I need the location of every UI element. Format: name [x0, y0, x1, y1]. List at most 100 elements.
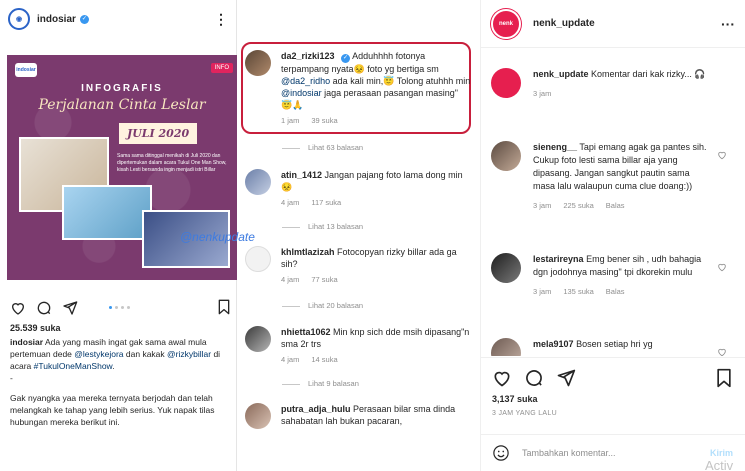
- comment-input[interactable]: [522, 448, 682, 458]
- comment-body: khlmtlazizah Fotocopyan rizky billar ada…: [281, 246, 471, 286]
- comment-likes[interactable]: 135 suka: [563, 287, 593, 296]
- carousel-indicator: [109, 306, 130, 309]
- bookmark-icon[interactable]: [217, 299, 231, 315]
- comment-icon[interactable]: [36, 300, 52, 316]
- comment-body: atin_1412 Jangan pajang foto lama dong m…: [281, 169, 471, 209]
- screenshot-canvas: indosiar◉ indosiar ✓ ⋮ indosiar INFO INF…: [0, 0, 745, 471]
- post-username[interactable]: indosiar: [37, 14, 76, 25]
- comment-username[interactable]: atin_1412: [281, 170, 322, 180]
- like-count[interactable]: 3,137 suka: [492, 394, 538, 404]
- mention-indosiar[interactable]: @indosiar: [281, 88, 322, 98]
- comment-icon[interactable]: [524, 368, 544, 388]
- hashtag-tukulonemanshow[interactable]: #TukulOneManShow: [34, 361, 113, 371]
- right-post-header: nenk nenk_update ···: [481, 0, 745, 48]
- commenter-avatar[interactable]: [491, 253, 521, 283]
- comment-username[interactable]: putra_adja_hulu: [281, 404, 351, 414]
- comment-body: nhietta1062 Min knp sich dde msih dipasa…: [281, 326, 471, 366]
- comment-username[interactable]: khlmtlazizah: [281, 247, 335, 257]
- commenter-avatar[interactable]: [245, 326, 271, 352]
- comment-username[interactable]: nenk_update: [533, 69, 589, 79]
- verified-badge-icon: ✓: [341, 54, 351, 63]
- mention-rizkybillar[interactable]: @rizkybillar: [167, 349, 211, 359]
- left-post-header: indosiar◉ indosiar ✓ ⋮: [0, 0, 236, 38]
- comment-meta: 4 jam 14 suka: [281, 354, 471, 366]
- comment-meta: 3 jam 225 suka Balas: [533, 199, 711, 212]
- comment-meta: 4 jam 77 suka: [281, 274, 471, 286]
- emoji-icon[interactable]: [492, 444, 510, 462]
- poster-date: JULI 2020: [119, 123, 198, 144]
- share-icon[interactable]: [62, 300, 78, 316]
- like-comment-heart-icon[interactable]: [717, 344, 727, 356]
- commenter-avatar[interactable]: [491, 338, 521, 356]
- comment-meta: 1 jam 39 suka: [281, 115, 471, 127]
- comment-body: sieneng__ Tapi emang agak ga pantes sih.…: [533, 141, 711, 212]
- comment-username[interactable]: lestarireyna: [533, 254, 584, 264]
- post-caption: indosiar Ada yang masih ingat gak sama a…: [10, 336, 232, 428]
- comment-likes[interactable]: 14 suka: [311, 355, 337, 364]
- share-icon[interactable]: [556, 368, 576, 388]
- post-image[interactable]: indosiar INFO INFOGRAFIS Perjalanan Cint…: [7, 55, 237, 280]
- reply-button[interactable]: Balas: [606, 287, 625, 296]
- poster-badge: INFO: [210, 63, 233, 73]
- commenter-avatar[interactable]: [245, 50, 271, 76]
- post-username[interactable]: nenk_update: [533, 18, 595, 29]
- comment-likes[interactable]: 39 suka: [311, 116, 337, 125]
- comment-username[interactable]: mela9107: [533, 339, 574, 349]
- indosiar-avatar[interactable]: indosiar◉: [8, 8, 30, 30]
- commenter-avatar[interactable]: [245, 246, 271, 272]
- more-options-icon[interactable]: ···: [721, 16, 735, 32]
- comment-username[interactable]: sieneng__: [533, 142, 577, 152]
- comment-body: nenk_update Komentar dari kak rizky... 🎧…: [533, 68, 711, 100]
- like-count[interactable]: 25.539 suka: [10, 323, 61, 333]
- commenter-avatar[interactable]: [245, 403, 271, 429]
- comment-text: Bosen setiap hri yg: [576, 339, 653, 349]
- comment-username[interactable]: nhietta1062: [281, 327, 331, 337]
- view-replies[interactable]: Lihat 63 balasan: [282, 143, 363, 152]
- comment-meta: 3 jam 135 suka Balas: [533, 285, 711, 298]
- caption-separator: -: [10, 373, 13, 383]
- post-comment-button[interactable]: Kirim: [710, 448, 733, 458]
- comment-text-2: ada kali min,😇 Tolong atuhhh min: [330, 76, 471, 86]
- comment-time: 4 jam: [281, 355, 300, 364]
- bookmark-icon[interactable]: [715, 368, 733, 388]
- comment-body: da2_rizki123 ✓ Adduhhhh fotonya terpampa…: [281, 50, 471, 127]
- mention-da2-ridho[interactable]: @da2_ridho: [281, 76, 330, 86]
- view-replies[interactable]: Lihat 9 balasan: [282, 379, 359, 388]
- comment-username[interactable]: da2_rizki123: [281, 51, 335, 61]
- caption-username[interactable]: indosiar: [10, 337, 43, 347]
- owner-avatar[interactable]: [491, 68, 521, 98]
- commenter-avatar[interactable]: [491, 141, 521, 171]
- reply-button[interactable]: Balas: [606, 201, 625, 210]
- comment-likes[interactable]: 225 suka: [563, 201, 593, 210]
- right-post-actions: [480, 357, 745, 397]
- comment-time: 4 jam: [281, 198, 300, 207]
- left-post-panel: indosiar◉ indosiar ✓ ⋮ indosiar INFO INF…: [0, 0, 255, 471]
- selfie-photo: [62, 185, 152, 240]
- nenk-update-avatar[interactable]: nenk: [491, 8, 521, 39]
- post-timestamp: 3 JAM YANG LALU: [492, 410, 557, 417]
- heart-icon[interactable]: [10, 300, 26, 316]
- view-replies[interactable]: Lihat 20 balasan: [282, 301, 363, 310]
- comment-time: 3 jam: [533, 287, 552, 296]
- comment-time: 3 jam: [533, 89, 552, 98]
- caption-period: .: [112, 361, 115, 371]
- view-replies[interactable]: Lihat 13 balasan: [282, 222, 363, 231]
- activate-watermark: Activ: [705, 458, 734, 471]
- comment-likes[interactable]: 117 suka: [311, 198, 341, 207]
- comment-meta: 4 jam 117 suka: [281, 197, 471, 209]
- comments-panel: da2_rizki123 ✓ Adduhhhh fotonya terpampa…: [237, 0, 480, 471]
- like-comment-heart-icon[interactable]: [717, 147, 727, 165]
- comment-text: Komentar dari kak rizky... 🎧: [591, 69, 706, 79]
- poster-subtitle: Perjalanan Cinta Leslar: [38, 97, 206, 113]
- poster-caption: Sama sama ditinggal menikah di Juli 2020…: [117, 153, 227, 173]
- like-comment-heart-icon[interactable]: [717, 259, 727, 277]
- comment-body: lestarireyna Emg bener sih , udh bahagia…: [533, 253, 711, 298]
- heart-icon[interactable]: [492, 368, 512, 388]
- comment-likes[interactable]: 77 suka: [311, 275, 337, 284]
- commenter-avatar[interactable]: [245, 169, 271, 195]
- mention-lestykejora[interactable]: @lestykejora: [74, 349, 123, 359]
- comment-body: mela9107 Bosen setiap hri yg: [533, 338, 711, 351]
- comment-time: 3 jam: [533, 201, 552, 210]
- more-options-icon[interactable]: ⋮: [214, 11, 228, 28]
- caption-paragraph-2: Gak nyangka yaa mereka ternyata berjodah…: [10, 393, 215, 427]
